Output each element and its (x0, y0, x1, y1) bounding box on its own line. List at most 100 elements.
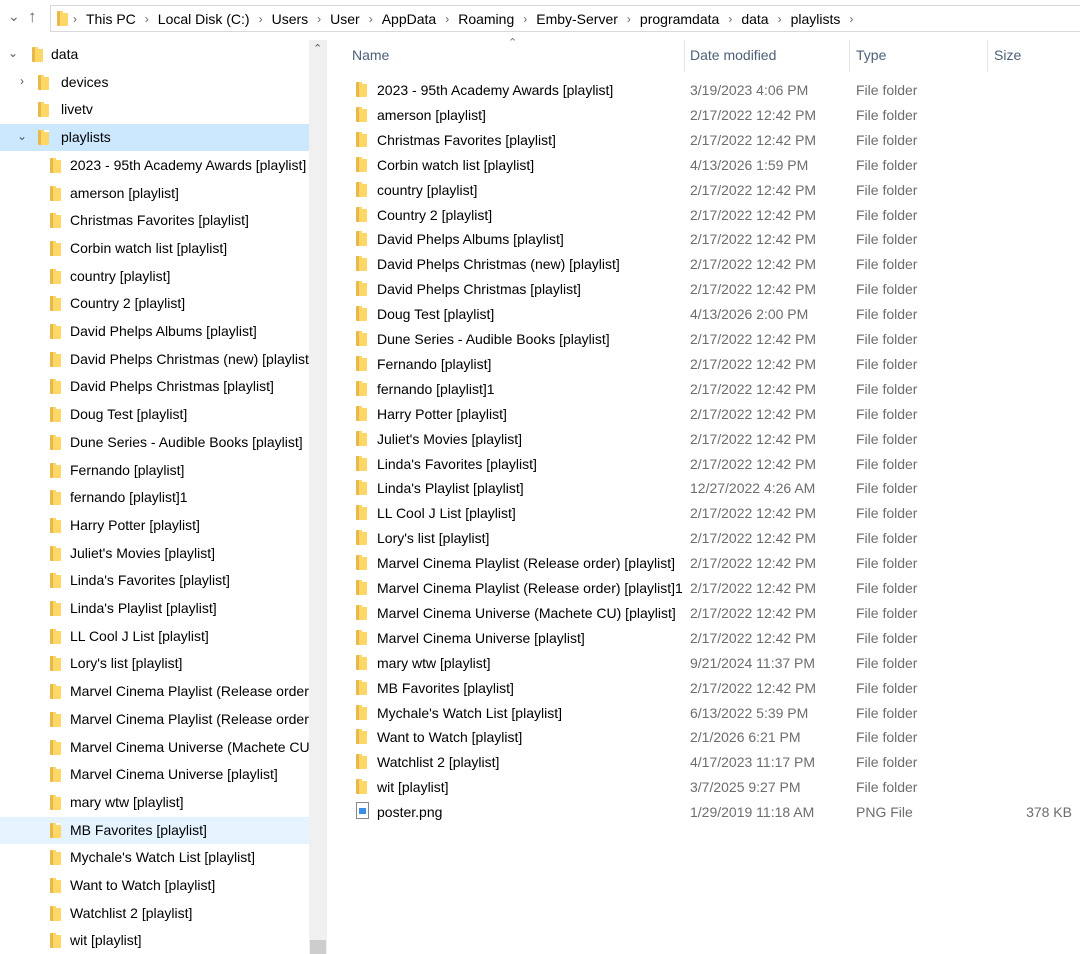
file-row[interactable]: Juliet's Movies [playlist] 2/17/2022 12:4… (328, 427, 1080, 452)
tree-item-playlist[interactable]: Juliet's Movies [playlist] (0, 540, 309, 567)
file-row[interactable]: David Phelps Christmas [playlist] 2/17/20… (328, 277, 1080, 302)
chevron-icon[interactable]: › (20, 74, 24, 88)
breadcrumb-separator-icon[interactable]: › (68, 12, 82, 26)
column-divider[interactable] (849, 40, 850, 72)
file-row[interactable]: country [playlist] 2/17/2022 12:42 PM File… (328, 178, 1080, 203)
tree-item-playlist[interactable]: Country 2 [playlist] (0, 290, 309, 317)
tree-item-playlist[interactable]: Marvel Cinema Universe (Machete CU) [pla… (0, 734, 309, 761)
file-row[interactable]: fernando [playlist]1 2/17/2022 12:42 PM Fi… (328, 377, 1080, 402)
breadcrumb-separator-icon[interactable]: › (723, 12, 737, 26)
column-divider[interactable] (987, 40, 988, 72)
recent-locations-chevron-icon[interactable]: ⌄ (8, 8, 20, 25)
file-row[interactable]: Want to Watch [playlist] 2/1/2026 6:21 PM… (328, 725, 1080, 750)
file-row[interactable]: David Phelps Albums [playlist] 2/17/2022 … (328, 227, 1080, 252)
column-size[interactable]: Size (994, 47, 1021, 63)
tree-item-playlist[interactable]: Want to Watch [playlist] (0, 872, 309, 899)
breadcrumb-item[interactable]: playlists (787, 11, 845, 27)
tree-item-playlist[interactable]: Marvel Cinema Playlist (Release order) [… (0, 678, 309, 705)
breadcrumb-item[interactable]: Users (268, 11, 313, 27)
breadcrumb-item[interactable]: Local Disk (C:) (154, 11, 254, 27)
file-row[interactable]: MB Favorites [playlist] 2/17/2022 12:42 P… (328, 676, 1080, 701)
breadcrumb-separator-icon[interactable]: › (844, 12, 858, 26)
up-arrow-icon[interactable]: ↑ (28, 7, 37, 27)
breadcrumb-separator-icon[interactable]: › (773, 12, 787, 26)
breadcrumb-item[interactable]: Roaming (454, 11, 518, 27)
breadcrumb-separator-icon[interactable]: › (364, 12, 378, 26)
file-row[interactable]: Watchlist 2 [playlist] 4/17/2023 11:17 PM… (328, 750, 1080, 775)
column-divider[interactable] (684, 40, 685, 72)
breadcrumb-separator-icon[interactable]: › (622, 12, 636, 26)
tree-item-playlist[interactable]: Watchlist 2 [playlist] (0, 900, 309, 927)
navigation-pane-scrollbar[interactable]: ⌃ (309, 40, 327, 954)
scrollbar-thumb[interactable] (310, 940, 326, 954)
tree-item-playlist[interactable]: Linda's Playlist [playlist] (0, 595, 309, 622)
breadcrumb-item[interactable]: Emby-Server (532, 11, 622, 27)
tree-item-devices[interactable]: › devices (0, 69, 309, 96)
tree-item-playlist[interactable]: Linda's Favorites [playlist] (0, 567, 309, 594)
tree-item-playlist[interactable]: Fernando [playlist] (0, 457, 309, 484)
file-row[interactable]: Linda's Playlist [playlist] 12/27/2022 4:… (328, 476, 1080, 501)
tree-item-playlist[interactable]: Christmas Favorites [playlist] (0, 207, 309, 234)
tree-item-playlist[interactable]: fernando [playlist]1 (0, 484, 309, 511)
file-row[interactable]: Mychale's Watch List [playlist] 6/13/2022… (328, 701, 1080, 726)
tree-item-livetv[interactable]: livetv (0, 96, 309, 123)
breadcrumb-separator-icon[interactable]: › (312, 12, 326, 26)
tree-item-playlist[interactable]: David Phelps Christmas [playlist] (0, 373, 309, 400)
file-row[interactable]: wit [playlist] 3/7/2025 9:27 PM File folde… (328, 775, 1080, 800)
column-date-modified[interactable]: Date modified (690, 47, 776, 63)
breadcrumb-item[interactable]: AppData (378, 11, 440, 27)
tree-item-playlist[interactable]: Doug Test [playlist] (0, 401, 309, 428)
breadcrumb-separator-icon[interactable]: › (140, 12, 154, 26)
file-row[interactable]: Lory's list [playlist] 2/17/2022 12:42 PM… (328, 526, 1080, 551)
tree-item-playlist[interactable]: David Phelps Albums [playlist] (0, 318, 309, 345)
address-bar[interactable]: › This PC › Local Disk (C:) › Users › User › AppD… (50, 5, 1080, 32)
file-row[interactable]: Fernando [playlist] 2/17/2022 12:42 PM Fil… (328, 352, 1080, 377)
file-row[interactable]: poster.png 1/29/2019 11:18 AM PNG File 378 … (328, 800, 1080, 825)
breadcrumb-item[interactable]: User (326, 11, 364, 27)
tree-item-playlist[interactable]: Marvel Cinema Universe [playlist] (0, 761, 309, 788)
file-row[interactable]: Corbin watch list [playlist] 4/13/2026 1:… (328, 153, 1080, 178)
file-row[interactable]: LL Cool J List [playlist] 2/17/2022 12:42… (328, 501, 1080, 526)
tree-item-playlist[interactable]: Harry Potter [playlist] (0, 512, 309, 539)
breadcrumb-item[interactable]: data (737, 11, 772, 27)
tree-item-playlist[interactable]: mary wtw [playlist] (0, 789, 309, 816)
file-row[interactable]: Christmas Favorites [playlist] 2/17/2022 … (328, 128, 1080, 153)
tree-item-playlist[interactable]: Mychale's Watch List [playlist] (0, 844, 309, 871)
file-row[interactable]: Linda's Favorites [playlist] 2/17/2022 12… (328, 452, 1080, 477)
tree-item-playlist[interactable]: David Phelps Christmas (new) [playlist] (0, 346, 309, 373)
file-row[interactable]: Dune Series - Audible Books [playlist] 2/… (328, 327, 1080, 352)
tree-item-playlist[interactable]: LL Cool J List [playlist] (0, 623, 309, 650)
breadcrumb-item[interactable]: This PC (82, 11, 140, 27)
chevron-icon[interactable]: ⌄ (8, 46, 18, 60)
breadcrumb-separator-icon[interactable]: › (254, 12, 268, 26)
scroll-up-icon[interactable]: ⌃ (313, 42, 322, 55)
file-row[interactable]: Marvel Cinema Playlist (Release order) [… (328, 576, 1080, 601)
file-row[interactable]: David Phelps Christmas (new) [playlist] 2… (328, 252, 1080, 277)
tree-item-playlist[interactable]: amerson [playlist] (0, 180, 309, 207)
file-row[interactable]: Marvel Cinema Universe (Machete CU) [pla… (328, 601, 1080, 626)
column-type[interactable]: Type (856, 47, 886, 63)
file-row[interactable]: Doug Test [playlist] 4/13/2026 2:00 PM Fil… (328, 302, 1080, 327)
breadcrumb-item[interactable]: programdata (636, 11, 723, 27)
tree-item-playlist[interactable]: Lory's list [playlist] (0, 650, 309, 677)
breadcrumb-separator-icon[interactable]: › (518, 12, 532, 26)
tree-item-playlist[interactable]: MB Favorites [playlist] (0, 816, 309, 844)
column-name[interactable]: Name (352, 47, 389, 63)
file-row[interactable]: 2023 - 95th Academy Awards [playlist] 3/1… (328, 78, 1080, 103)
tree-item-data[interactable]: ⌄ data (0, 41, 309, 68)
breadcrumb-separator-icon[interactable]: › (440, 12, 454, 26)
file-row[interactable]: mary wtw [playlist] 9/21/2024 11:37 PM Fil… (328, 651, 1080, 676)
tree-item-playlists[interactable]: ⌄ playlists (0, 124, 309, 152)
tree-item-playlist[interactable]: country [playlist] (0, 263, 309, 290)
tree-item-playlist[interactable]: Dune Series - Audible Books [playlist] (0, 429, 309, 456)
file-row[interactable]: Country 2 [playlist] 2/17/2022 12:42 PM Fi… (328, 203, 1080, 228)
file-row[interactable]: Marvel Cinema Universe [playlist] 2/17/20… (328, 626, 1080, 651)
file-row[interactable]: amerson [playlist] 2/17/2022 12:42 PM File… (328, 103, 1080, 128)
file-row[interactable]: Harry Potter [playlist] 2/17/2022 12:42 P… (328, 402, 1080, 427)
file-row[interactable]: Marvel Cinema Playlist (Release order) [… (328, 551, 1080, 576)
tree-item-playlist[interactable]: wit [playlist] (0, 927, 309, 954)
tree-item-playlist[interactable]: Marvel Cinema Playlist (Release order) [… (0, 706, 309, 733)
tree-item-playlist[interactable]: Corbin watch list [playlist] (0, 235, 309, 262)
chevron-icon[interactable]: ⌄ (17, 129, 27, 143)
tree-item-playlist[interactable]: 2023 - 95th Academy Awards [playlist] (0, 152, 309, 179)
